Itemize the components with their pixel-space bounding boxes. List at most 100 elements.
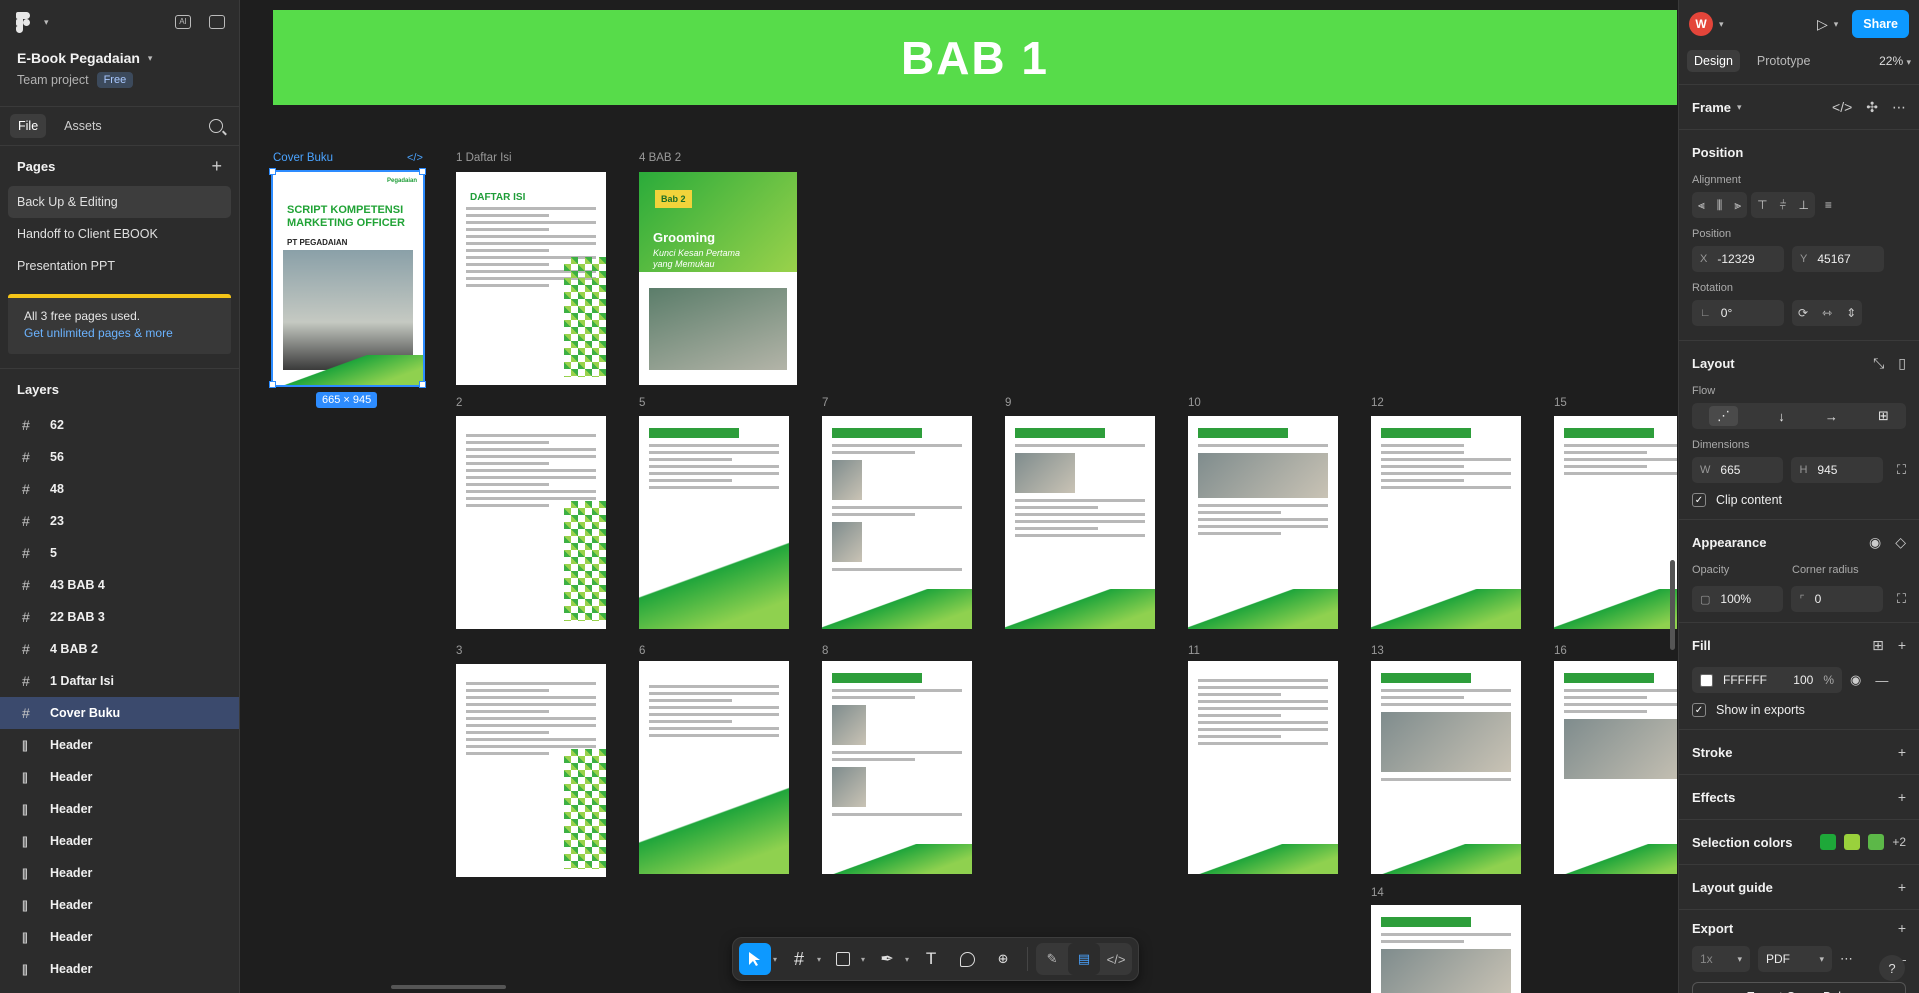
frame-label-8[interactable]: 8 (822, 645, 828, 657)
layer-item[interactable]: [|] Header (0, 761, 239, 793)
layer-item[interactable]: [|] Header (0, 729, 239, 761)
opacity-field[interactable]: ▢ 100% (1692, 586, 1784, 612)
zoom-level[interactable]: 22% ▾ (1879, 54, 1911, 68)
component-icon[interactable]: ✣ (1866, 99, 1878, 116)
plan-badge[interactable]: Free (96, 72, 134, 88)
pen-tool-button[interactable]: ✒ (871, 943, 903, 975)
shape-tool-button[interactable] (827, 943, 859, 975)
position-x-field[interactable]: X -12329 (1692, 246, 1784, 272)
text-tool-button[interactable]: T (915, 943, 947, 975)
move-tool-button[interactable] (739, 943, 771, 975)
fill-swatch[interactable] (1700, 673, 1713, 687)
page-item-backup[interactable]: Back Up & Editing (8, 186, 231, 218)
frame-16[interactable] (1554, 661, 1677, 874)
frame-11[interactable] (1188, 661, 1338, 874)
frame-label-3[interactable]: 3 (456, 645, 462, 657)
independent-corners-icon[interactable]: ⛶ (1897, 591, 1906, 607)
layer-item[interactable]: #5 (0, 537, 239, 569)
share-button[interactable]: Share (1852, 10, 1909, 38)
draw-mode-button[interactable]: ✎ (1036, 943, 1068, 975)
align-right-icon[interactable]: ⫸ (1734, 198, 1741, 213)
frame-label-16[interactable]: 16 (1554, 645, 1567, 657)
file-menu-chevron-icon[interactable]: ▾ (148, 53, 153, 64)
align-center-h-icon[interactable]: ⫼ (1717, 198, 1723, 213)
add-layout-guide-icon[interactable]: + (1898, 879, 1906, 895)
export-more-icon[interactable]: ⋯ (1840, 951, 1853, 967)
frame-label-6[interactable]: 6 (639, 645, 645, 657)
add-effect-icon[interactable]: + (1898, 789, 1906, 805)
frame-8[interactable] (822, 661, 972, 874)
selection-color-swatch[interactable] (1868, 834, 1885, 850)
layer-item[interactable]: #56 (0, 441, 239, 473)
page-item-handoff[interactable]: Handoff to Client EBOOK (8, 218, 231, 250)
frame-daftar-isi[interactable]: DAFTAR ISI (456, 172, 606, 385)
frame-label-9[interactable]: 9 (1005, 397, 1011, 409)
canvas-horizontal-scrollbar[interactable] (391, 985, 506, 989)
page-item-presentation[interactable]: Presentation PPT (8, 250, 231, 282)
frame-label-7[interactable]: 7 (822, 397, 828, 409)
layer-item[interactable]: # Cover Buku (0, 697, 239, 729)
team-name[interactable]: Team project (17, 73, 89, 87)
shape-tool-chevron-icon[interactable]: ▾ (861, 955, 865, 964)
frame-label-15[interactable]: 15 (1554, 397, 1567, 409)
remove-fill-icon[interactable]: — (1875, 673, 1888, 688)
main-menu-chevron-icon[interactable]: ▾ (44, 17, 49, 28)
present-chevron-icon[interactable]: ▾ (1834, 19, 1839, 30)
frame-tool-chevron-icon[interactable]: ▾ (817, 955, 821, 964)
tab-assets[interactable]: Assets (56, 114, 110, 138)
canvas-vertical-scrollbar[interactable] (1670, 560, 1675, 650)
flow-horizontal-icon[interactable]: → (1825, 409, 1838, 424)
tab-design[interactable]: Design (1687, 50, 1740, 72)
frame-type-label[interactable]: Frame (1692, 100, 1731, 115)
layer-item[interactable]: #1 Daftar Isi (0, 665, 239, 697)
export-button[interactable]: Export Cover Buku (1692, 982, 1906, 993)
align-bottom-icon[interactable]: ⊥ (1798, 198, 1808, 212)
frame-label-2[interactable]: 2 (456, 397, 462, 409)
frame-tool-button[interactable]: # (783, 943, 815, 975)
corner-radius-field[interactable]: ⌜ 0 (1791, 586, 1883, 612)
frame-9[interactable] (1005, 416, 1155, 629)
resize-handle-bl[interactable] (269, 381, 276, 388)
frame-5[interactable] (639, 416, 789, 629)
layer-item[interactable]: #22 BAB 3 (0, 601, 239, 633)
distribute-icon[interactable]: ≡ (1819, 192, 1838, 218)
toggle-sidebar-icon[interactable] (209, 15, 225, 29)
search-icon[interactable] (209, 119, 223, 133)
frame-label-10[interactable]: 10 (1188, 397, 1201, 409)
code-view-icon[interactable]: </> (1832, 99, 1852, 116)
flip-horizontal-icon[interactable]: ⇿ (1822, 306, 1832, 320)
frame-2[interactable] (456, 416, 606, 629)
show-in-exports-row[interactable]: ✓ Show in exports (1692, 703, 1906, 717)
layer-item[interactable]: [|] Header (0, 953, 239, 985)
frame-14[interactable] (1371, 905, 1521, 993)
frame-type-chevron-icon[interactable]: ▾ (1737, 102, 1742, 113)
upgrade-link[interactable]: Get unlimited pages & more (24, 325, 215, 342)
frame-label-14[interactable]: 14 (1371, 887, 1384, 899)
more-colors-count[interactable]: +2 (1892, 835, 1906, 849)
figma-logo-icon[interactable] (14, 11, 36, 33)
align-center-v-icon[interactable]: ⫩ (1780, 198, 1787, 213)
layer-item[interactable]: #23 (0, 505, 239, 537)
frame-3[interactable] (456, 664, 606, 877)
layer-item[interactable]: [|] Header (0, 889, 239, 921)
avatar[interactable]: W (1689, 12, 1713, 36)
pen-tool-chevron-icon[interactable]: ▾ (905, 955, 909, 964)
dev-mode-button[interactable]: </> (1100, 943, 1132, 975)
visibility-eye-icon[interactable]: ◉ (1869, 534, 1881, 551)
avatar-chevron-icon[interactable]: ▾ (1719, 19, 1724, 30)
frame-6[interactable] (639, 661, 789, 874)
layer-item[interactable]: [|] Header (0, 793, 239, 825)
ai-tools-icon[interactable]: AI (175, 15, 191, 29)
fill-visibility-icon[interactable]: ◉ (1850, 672, 1861, 688)
frame-label-5[interactable]: 5 (639, 397, 645, 409)
layer-item[interactable]: #48 (0, 473, 239, 505)
flow-grid-icon[interactable]: ⊞ (1878, 408, 1889, 424)
layer-item[interactable]: [|] Header (0, 921, 239, 953)
fill-field[interactable]: FFFFFF 100 % (1692, 667, 1842, 693)
actions-tool-button[interactable]: ⊕ (987, 943, 1019, 975)
present-play-icon[interactable]: ▷ (1817, 16, 1828, 33)
frame-label-cover[interactable]: Cover Buku (273, 152, 333, 164)
flip-vertical-icon[interactable]: ⇕ (1846, 306, 1856, 320)
frame-15[interactable] (1554, 416, 1677, 629)
comment-tool-button[interactable] (951, 943, 983, 975)
